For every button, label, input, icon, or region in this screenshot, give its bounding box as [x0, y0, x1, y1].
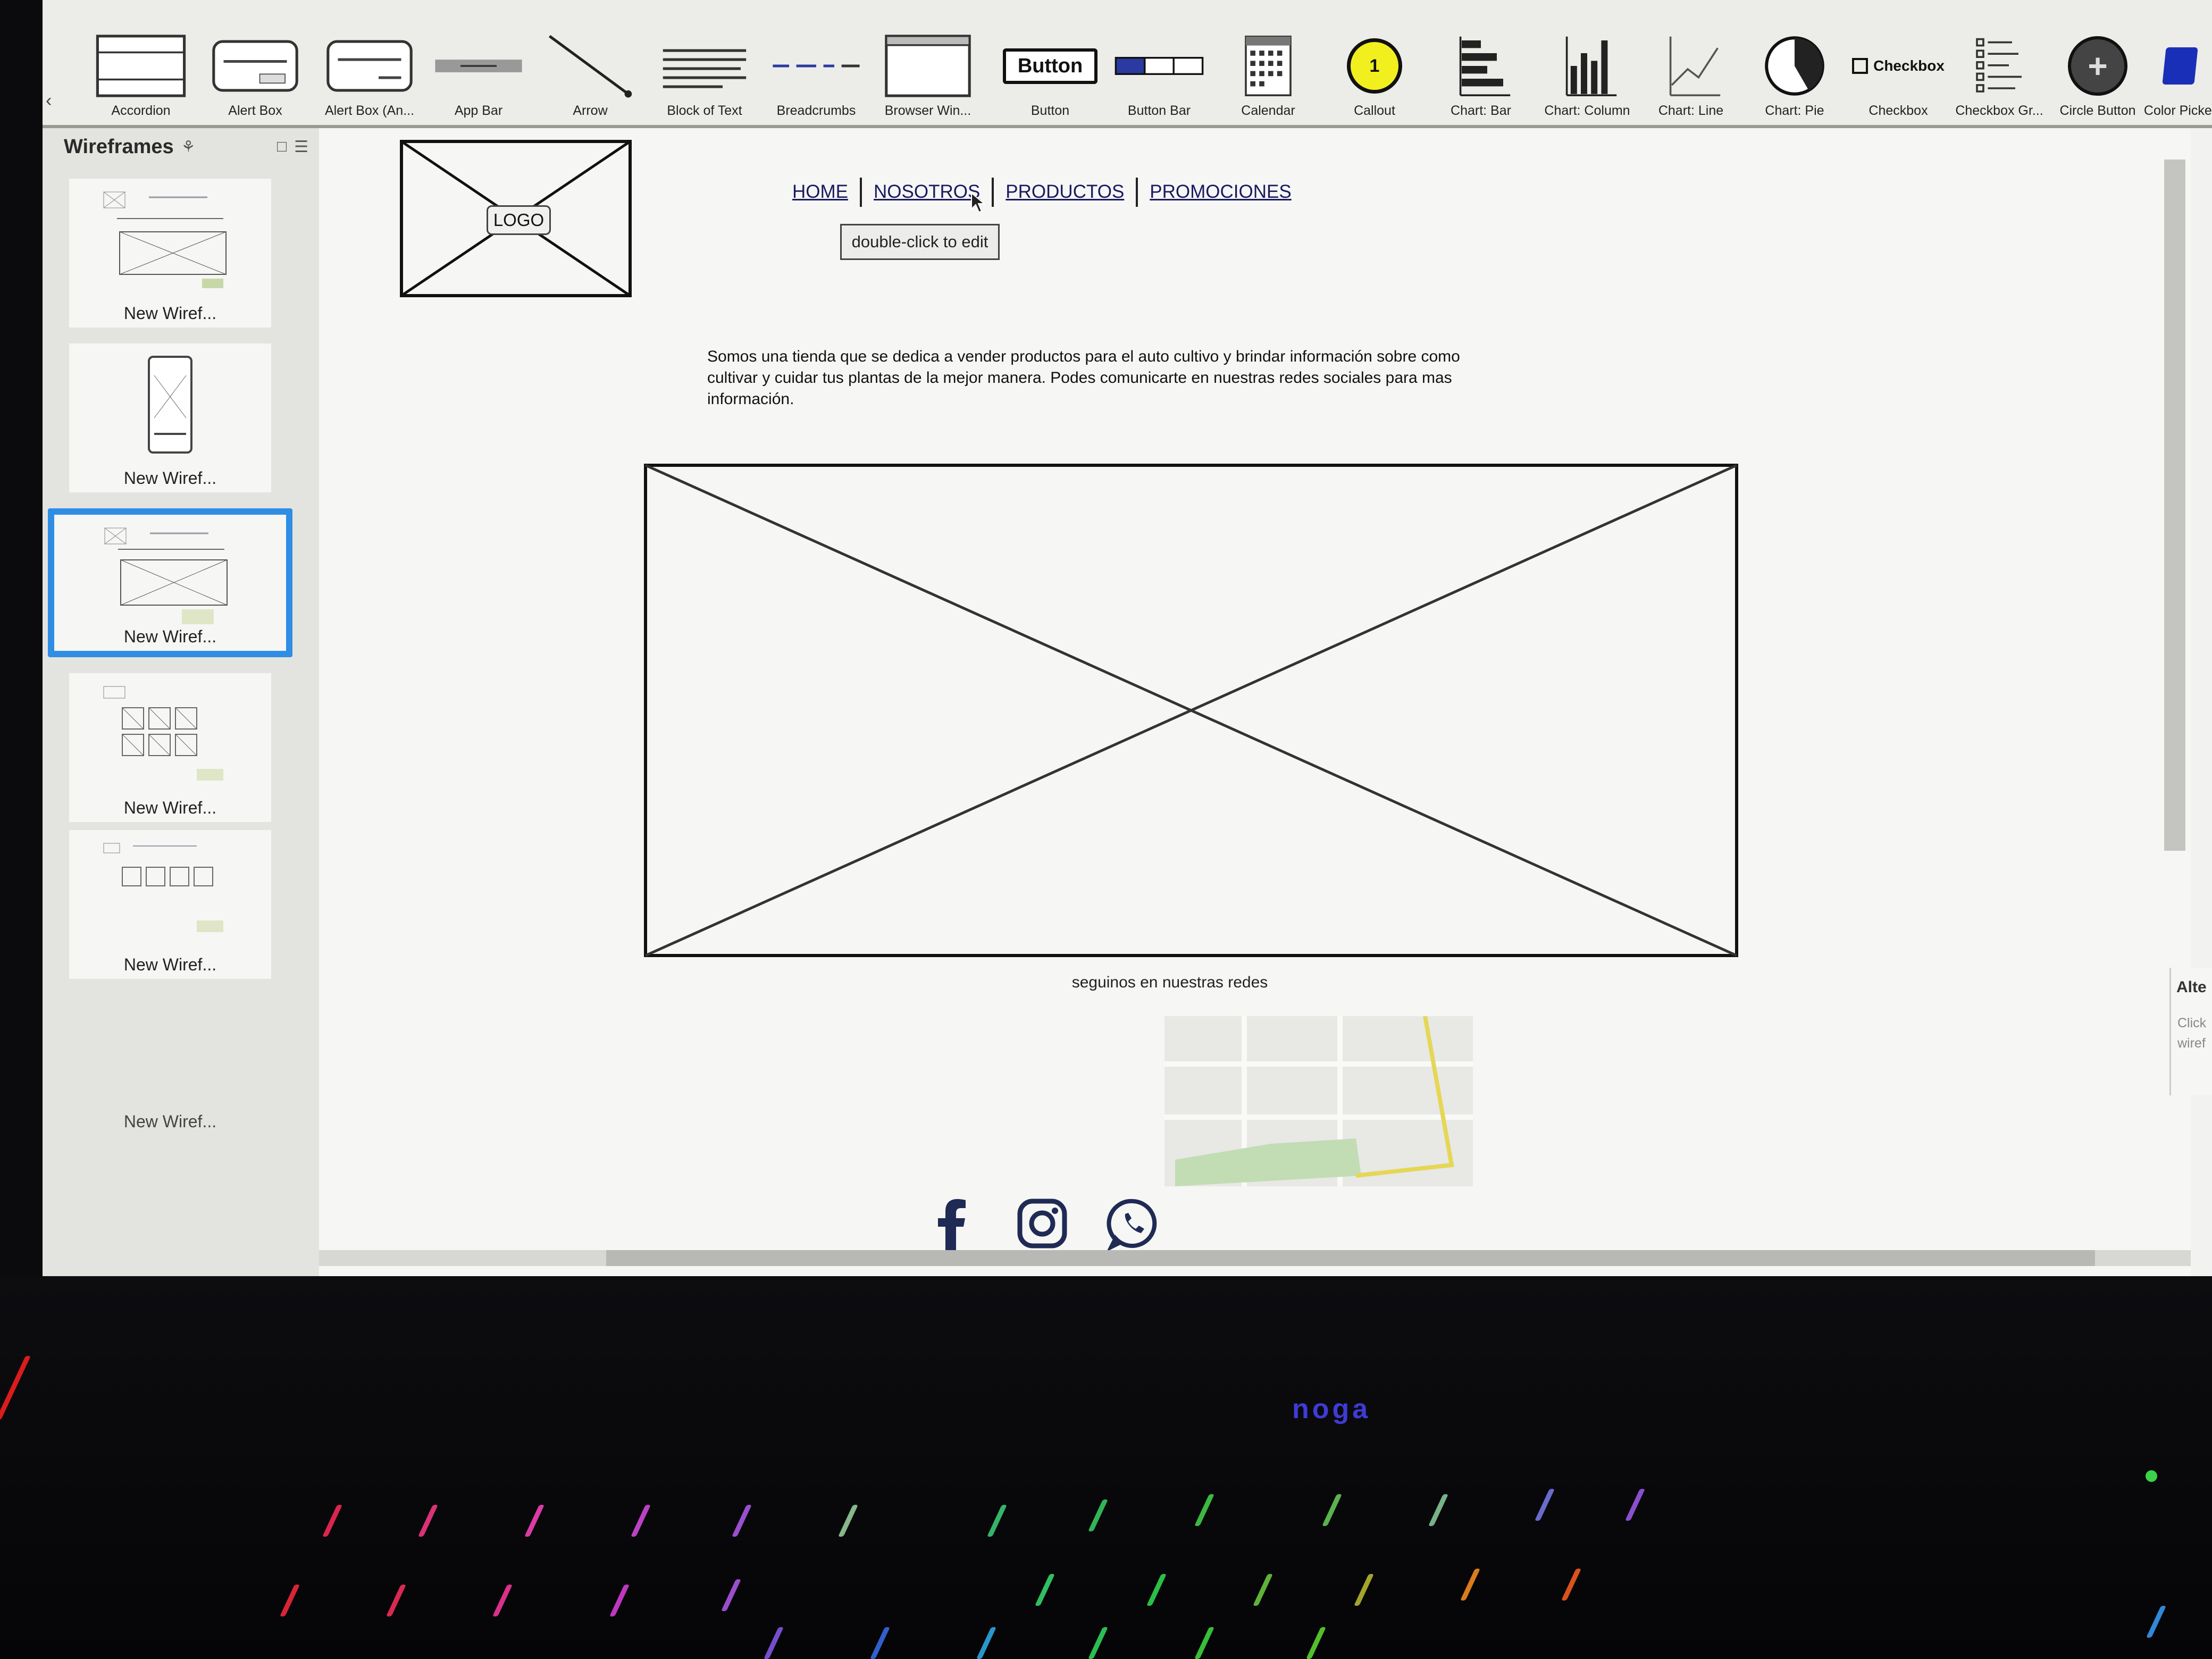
alert-box-icon	[210, 34, 300, 98]
logo-label: LOGO	[487, 205, 551, 235]
library-item-button[interactable]: Button Button	[1000, 0, 1101, 125]
library-item-browser-window[interactable]: Browser Win...	[877, 0, 978, 125]
wireframe-thumb[interactable]: New Wiref...	[69, 987, 271, 1136]
circle-button-icon: +	[2068, 36, 2127, 96]
map-placeholder[interactable]	[1164, 1016, 1473, 1186]
list-view-icon[interactable]: ☰	[294, 138, 308, 156]
power-led	[2146, 1470, 2157, 1482]
wireframe-thumb[interactable]: New Wiref...	[69, 179, 271, 328]
wireframe-thumb[interactable]: New Wiref...	[69, 830, 271, 979]
component-library: ‹ Accordion Alert Box Alert Box (An... A…	[43, 0, 2212, 128]
monitor-screen: ‹ Accordion Alert Box Alert Box (An... A…	[43, 0, 2212, 1276]
wireframe-preview	[101, 684, 239, 785]
callout-icon: 1	[1347, 38, 1402, 94]
nav-link-productos[interactable]: PRODUCTOS	[994, 181, 1136, 203]
library-item-color-picker[interactable]: Color Picker	[2144, 0, 2212, 125]
intro-paragraph[interactable]: Somos una tienda que se dedica a vender …	[707, 346, 1484, 410]
library-item-chart-pie[interactable]: Chart: Pie	[1744, 0, 1845, 125]
text-block-icon	[659, 34, 750, 98]
library-item-button-bar[interactable]: Button Bar	[1109, 0, 1210, 125]
mouse-cursor-icon	[971, 192, 986, 213]
wireframe-preview	[101, 841, 239, 942]
sidebar-title: Wireframes	[64, 135, 174, 158]
library-item-block-of-text[interactable]: Block of Text	[654, 0, 755, 125]
vertical-scroll-thumb[interactable]	[2164, 160, 2185, 851]
wireframe-thumb[interactable]: New Wiref...	[69, 343, 271, 492]
logo-placeholder[interactable]: LOGO	[399, 139, 633, 298]
wireframe-preview	[101, 354, 239, 455]
properties-panel: Alte Click wiref	[2169, 968, 2212, 1095]
horizontal-scroll-thumb[interactable]	[606, 1250, 2095, 1266]
horizontal-scrollbar[interactable]	[319, 1250, 2191, 1266]
wireframes-sidebar: Wireframes ⚘ □ ☰ New Wiref... New Wiref.…	[43, 128, 321, 1276]
breadcrumbs-icon	[771, 34, 861, 98]
app-bar-icon	[433, 34, 524, 98]
laptop-brand-logo: noga	[1292, 1394, 1371, 1425]
bar-chart-icon	[1436, 34, 1526, 98]
nav-link-promociones[interactable]: PROMOCIONES	[1138, 181, 1303, 203]
whatsapp-icon[interactable]	[1106, 1197, 1159, 1252]
library-item-calendar[interactable]: Calendar	[1218, 0, 1319, 125]
browser-window-icon	[883, 34, 973, 98]
button-icon: Button	[1002, 34, 1098, 98]
wireframe-preview	[101, 189, 239, 290]
accordion-icon	[96, 34, 186, 98]
library-scroll-left-icon[interactable]: ‹	[46, 90, 67, 112]
nav-link-home[interactable]: HOME	[792, 181, 860, 203]
wireframe-thumb-selected[interactable]: New Wiref...	[48, 508, 292, 657]
library-item-alert-box-android[interactable]: Alert Box (An...	[319, 0, 420, 125]
color-picker-icon	[2162, 47, 2198, 85]
library-item-chart-line[interactable]: Chart: Line	[1640, 0, 1741, 125]
column-chart-icon	[1542, 34, 1632, 98]
hero-image-placeholder[interactable]	[643, 463, 1739, 958]
checkbox-icon: Checkbox	[1852, 57, 1945, 74]
library-item-callout[interactable]: 1 Callout	[1324, 0, 1425, 125]
library-item-checkbox[interactable]: Checkbox Checkbox	[1848, 0, 1949, 125]
alert-box-icon	[324, 34, 415, 98]
library-item-checkbox-group[interactable]: Checkbox Gr...	[1949, 0, 2050, 125]
social-icons	[925, 1192, 1159, 1255]
button-preview: Button	[1002, 48, 1098, 84]
facebook-icon[interactable]	[925, 1197, 978, 1250]
calendar-icon	[1223, 34, 1313, 98]
wireframe-thumb[interactable]: New Wiref...	[69, 673, 271, 822]
library-item-accordion[interactable]: Accordion	[90, 0, 191, 125]
library-item-alert-box[interactable]: Alert Box	[205, 0, 306, 125]
social-caption[interactable]: seguinos en nuestras redes	[978, 974, 1361, 992]
double-click-edit-button[interactable]: double-click to edit	[840, 224, 1000, 260]
arrow-icon	[545, 34, 635, 98]
library-item-arrow[interactable]: Arrow	[540, 0, 641, 125]
nav-menu: HOME NOSOTROS PRODUCTOS PROMOCIONES	[792, 176, 1303, 208]
library-item-app-bar[interactable]: App Bar	[428, 0, 529, 125]
properties-title: Alte	[2176, 978, 2207, 996]
properties-hint: Click wiref	[2177, 1016, 2207, 1051]
library-item-chart-column[interactable]: Chart: Column	[1537, 0, 1638, 125]
library-item-breadcrumbs[interactable]: Breadcrumbs	[766, 0, 867, 125]
sidebar-header: Wireframes ⚘ □ ☰	[64, 128, 308, 165]
laptop-bezel	[0, 1276, 2212, 1659]
library-item-chart-bar[interactable]: Chart: Bar	[1430, 0, 1531, 125]
pie-chart-icon	[1749, 34, 1840, 98]
line-chart-icon	[1646, 34, 1736, 98]
wireframe-preview	[102, 525, 240, 626]
wireframe-canvas[interactable]: LOGO HOME NOSOTROS PRODUCTOS PROMOCIONES…	[319, 128, 2191, 1276]
instagram-icon[interactable]	[1016, 1197, 1069, 1250]
tree-icon[interactable]: ⚘	[181, 138, 196, 156]
grid-view-icon[interactable]: □	[277, 138, 287, 156]
button-bar-icon	[1114, 34, 1204, 98]
library-item-circle-button[interactable]: + Circle Button	[2047, 0, 2148, 125]
checkbox-group-icon	[1954, 34, 2045, 98]
